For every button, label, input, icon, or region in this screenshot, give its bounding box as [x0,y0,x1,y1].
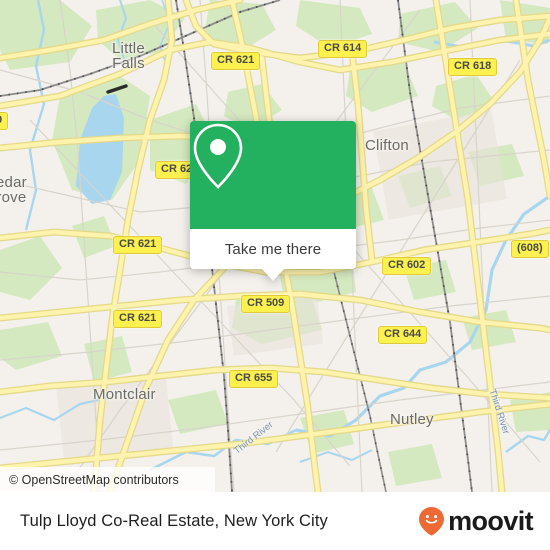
route-shield-cr621-north[interactable]: CR 621 [211,52,261,70]
popup-pointer [262,269,284,281]
map-attribution[interactable]: © OpenStreetMap contributors [0,467,215,492]
take-me-there-button[interactable]: Take me there [225,241,321,258]
moovit-wordmark: moovit [448,506,534,536]
location-title: Tulp Lloyd Co-Real Estate, New York City [20,511,328,530]
route-shield-cr621-west[interactable]: CR 621 [113,236,163,254]
moovit-logo[interactable]: moovit [418,506,534,536]
route-shield-cr621-southwest[interactable]: CR 621 [113,310,163,328]
route-shield-left-edge[interactable]: 9 [0,112,9,130]
route-shield-608[interactable]: (608) [511,240,549,258]
map-canvas[interactable]: Little Falls edar rove Clifton Montclair… [0,0,550,492]
moovit-pin-smile-icon [419,507,445,536]
route-shield-cr602[interactable]: CR 602 [382,257,432,275]
route-shield-cr644[interactable]: CR 644 [378,326,428,344]
route-shield-cr655[interactable]: CR 655 [229,370,279,388]
attribution-text[interactable]: © OpenStreetMap contributors [0,473,179,487]
route-shield-cr509[interactable]: CR 509 [241,295,291,313]
route-shield-cr614[interactable]: CR 614 [318,40,368,58]
popup-action-bar[interactable]: Take me there [190,229,356,281]
popup-pin-panel [190,121,356,229]
map-pin-icon [193,123,243,189]
route-shield-cr618[interactable]: CR 618 [448,58,498,76]
footer-bar: Tulp Lloyd Co-Real Estate, New York City… [0,492,550,550]
location-popup-card[interactable]: Take me there [190,121,356,281]
moovit-map-screenshot: Little Falls edar rove Clifton Montclair… [0,0,550,550]
